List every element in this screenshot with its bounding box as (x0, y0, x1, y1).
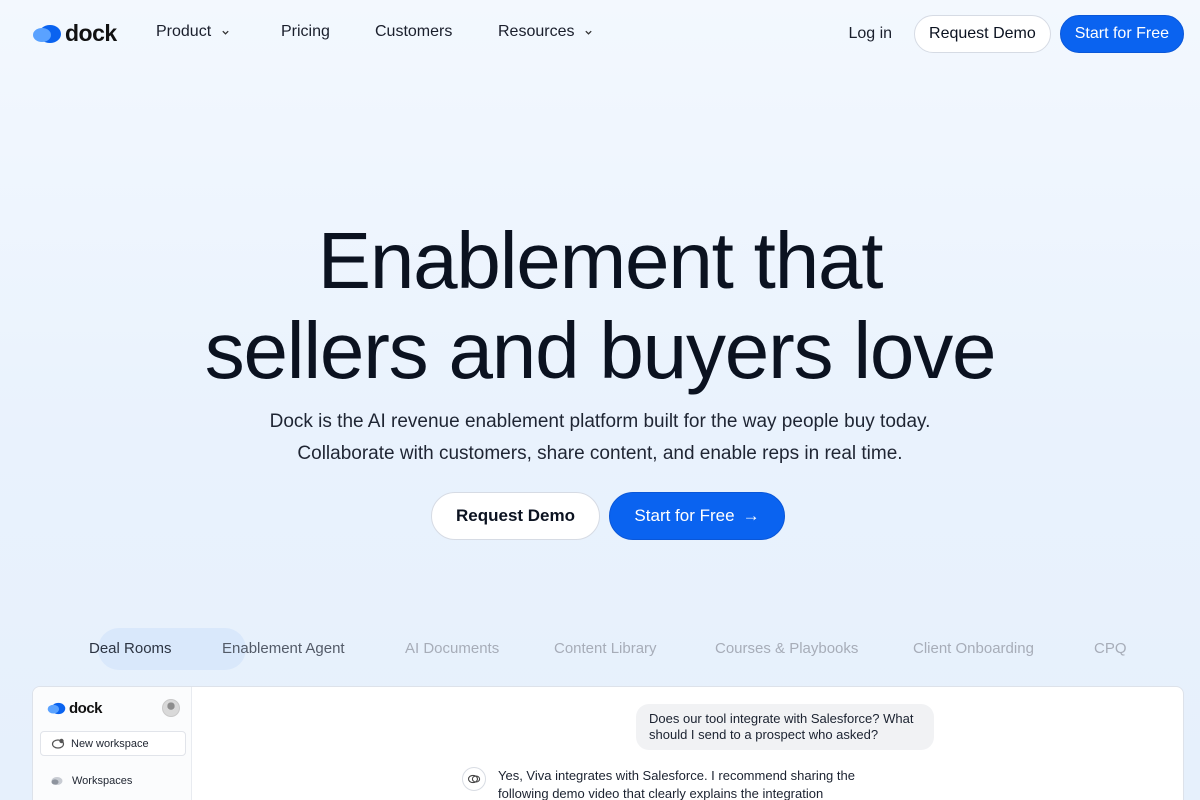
nav-pricing[interactable]: Pricing (281, 23, 375, 41)
brand-logo[interactable]: dock (32, 20, 117, 47)
tab-cpq[interactable]: CPQ (1094, 640, 1127, 657)
tab-ai-documents[interactable]: AI Documents (405, 640, 499, 657)
user-message-bubble: Does our tool integrate with Salesforce?… (636, 704, 934, 750)
hero-title-line2: sellers and buyers love (204, 306, 997, 395)
nav-resources[interactable]: Resources (498, 23, 593, 41)
sidebar-item-label: Workspaces (72, 775, 133, 787)
tab-courses-playbooks[interactable]: Courses & Playbooks (715, 640, 858, 657)
arrow-right-icon: → (742, 506, 760, 525)
hero-start-free-label: Start for Free (634, 506, 735, 525)
tab-enablement-agent[interactable]: Enablement Agent (222, 640, 345, 657)
hero-subtitle: Dock is the AI revenue enablement platfo… (0, 406, 1200, 470)
tab-content-library[interactable]: Content Library (554, 640, 657, 657)
avatar[interactable] (162, 699, 180, 717)
preview-sidebar: dock New workspace Workspaces (33, 687, 192, 800)
assistant-message-text: Yes, Viva integrates with Salesforce. I … (498, 768, 855, 800)
preview-brand-name: dock (69, 700, 103, 717)
new-workspace-label: New workspace (71, 737, 149, 750)
tab-deal-rooms[interactable]: Deal Rooms (89, 640, 172, 657)
new-workspace-button[interactable]: New workspace (40, 731, 186, 756)
hero-title: Enablement that sellers and buyers love (0, 216, 1200, 396)
dock-cloud-icon (47, 702, 66, 715)
nav-actions: Log in Request Demo Start for Free (848, 15, 1184, 53)
chevron-down-icon (585, 30, 593, 35)
nav-resources-label: Resources (498, 23, 575, 40)
top-nav: dock Product Pricing Customers Resources… (0, 0, 1200, 68)
hero-title-line1: Enablement that (317, 216, 884, 305)
dock-cloud-icon (33, 24, 61, 43)
ai-assistant-icon (462, 767, 486, 791)
preview-logo: dock (47, 700, 103, 717)
workspaces-icon (51, 777, 63, 785)
assistant-message: Yes, Viva integrates with Salesforce. I … (462, 767, 878, 800)
chevron-down-icon (222, 30, 229, 35)
tab-client-onboarding[interactable]: Client Onboarding (913, 640, 1034, 657)
app-preview: dock New workspace Workspaces Does our t… (32, 686, 1184, 800)
nav-customers-label: Customers (375, 23, 453, 40)
request-demo-button[interactable]: Request Demo (914, 15, 1051, 53)
hero-subtitle-line1: Dock is the AI revenue enablement platfo… (269, 411, 931, 432)
brand-name: dock (65, 20, 117, 46)
hero-ctas: Request Demo Start for Free → (431, 492, 785, 540)
product-tabs: Deal Rooms Enablement Agent AI Documents… (0, 628, 1200, 670)
sidebar-item-workspaces[interactable]: Workspaces (50, 775, 132, 787)
hero-request-demo-button[interactable]: Request Demo (431, 492, 600, 540)
nav-product-label: Product (156, 23, 212, 40)
nav-links: Product Pricing Customers Resources (156, 23, 593, 41)
login-link[interactable]: Log in (848, 25, 892, 43)
hero-subtitle-line2: Collaborate with customers, share conten… (297, 443, 903, 464)
nav-product[interactable]: Product (156, 23, 281, 41)
nav-pricing-label: Pricing (281, 23, 330, 40)
nav-customers[interactable]: Customers (375, 23, 498, 41)
start-free-button[interactable]: Start for Free (1059, 15, 1184, 53)
workspace-add-icon (51, 738, 65, 749)
hero-start-free-button[interactable]: Start for Free → (609, 492, 785, 540)
